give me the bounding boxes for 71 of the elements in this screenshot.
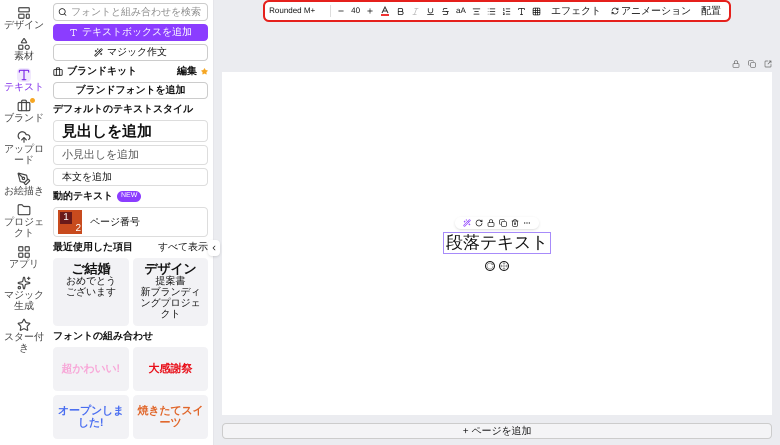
- briefcase-icon: [53, 66, 63, 76]
- position-button[interactable]: 配置: [696, 4, 725, 18]
- rail-item[interactable]: マジック生成: [1, 274, 47, 314]
- text-size-icon[interactable]: [516, 6, 526, 16]
- section-title: 動的テキスト: [53, 190, 113, 204]
- copy-icon[interactable]: [499, 218, 507, 226]
- star-icon: [17, 318, 31, 332]
- collapse-panel-button[interactable]: [208, 240, 220, 256]
- strikethrough-icon[interactable]: [441, 6, 450, 16]
- wand-icon[interactable]: [463, 218, 471, 226]
- font-dropdown[interactable]: Rounded M+: [269, 5, 332, 17]
- template-card[interactable]: デザイン 提案書 新ブランディングプロジェクト: [132, 258, 208, 326]
- magic-write-button[interactable]: マジック作文: [53, 44, 208, 61]
- align-center-icon[interactable]: [472, 6, 481, 16]
- pen-icon: [17, 172, 31, 186]
- move-handle-icon[interactable]: [499, 260, 509, 270]
- grid-icon: [17, 245, 31, 259]
- wand-icon: [94, 48, 103, 57]
- page-number-item[interactable]: 1 2 ページ番号: [53, 207, 208, 237]
- section-title: ブランドキット: [67, 64, 138, 79]
- briefcase-icon: [17, 99, 31, 113]
- chevron-left-icon: [210, 244, 218, 252]
- page-number-thumbnail: 1 2: [58, 210, 82, 234]
- section-title: 最近使用した項目: [53, 240, 133, 255]
- text-color-icon[interactable]: [380, 6, 390, 16]
- text-icon: [17, 68, 31, 82]
- effects-button[interactable]: エフェクト: [546, 4, 605, 18]
- lock-icon[interactable]: [487, 218, 495, 226]
- font-size-field[interactable]: 40: [351, 5, 360, 17]
- rotate-icon[interactable]: [475, 218, 483, 226]
- letter-case-button[interactable]: aA: [456, 5, 466, 17]
- text-icon: [69, 28, 78, 37]
- heading-style-item[interactable]: 見出しを追加: [53, 120, 208, 142]
- rail-item[interactable]: ブランド: [1, 97, 47, 126]
- body-style-item[interactable]: 本文を追加: [53, 168, 208, 186]
- rail-item[interactable]: アプリ: [1, 243, 47, 272]
- subheading-style-item[interactable]: 小見出しを追加: [53, 145, 208, 165]
- section-title: フォントの組み合わせ: [53, 330, 154, 344]
- rail-item[interactable]: アップロード: [1, 128, 47, 168]
- sparkles-icon: [17, 276, 31, 290]
- add-brand-font-button[interactable]: ブランドフォントを追加: [53, 82, 208, 99]
- template-card[interactable]: ご結婚 おめでとう ございます: [53, 258, 128, 326]
- folder-icon: [17, 203, 31, 217]
- paragraph-text[interactable]: 段落テキスト: [444, 232, 550, 252]
- shapes-icon: [17, 37, 31, 51]
- add-page-button[interactable]: + ページを追加: [222, 423, 772, 439]
- rail-item[interactable]: スター付き: [1, 316, 47, 356]
- font-combo-card[interactable]: オープンしました!: [53, 395, 128, 439]
- edit-link[interactable]: 編集: [177, 64, 197, 79]
- search-icon: [58, 7, 68, 17]
- rotate-handle-icon[interactable]: [485, 260, 495, 270]
- see-all-link[interactable]: すべて表示: [158, 240, 208, 255]
- layout-icon: [17, 6, 31, 20]
- section-title: デフォルトのテキストスタイル: [53, 103, 194, 117]
- rail-item[interactable]: 素材: [1, 35, 47, 64]
- rail-item[interactable]: テキスト: [1, 66, 47, 95]
- rail-item[interactable]: デザイン: [1, 4, 47, 33]
- animate-button[interactable]: アニメーション: [610, 4, 691, 18]
- rail-item[interactable]: お絵描き: [1, 170, 47, 199]
- bold-icon[interactable]: [396, 6, 406, 16]
- increase-size-button[interactable]: [366, 7, 374, 15]
- delete-icon[interactable]: [511, 218, 519, 226]
- font-combo-card[interactable]: 大感謝祭: [132, 347, 208, 391]
- search-field[interactable]: フォントと組み合わせを検索: [53, 3, 208, 21]
- plus-icon: [366, 7, 374, 15]
- rail-item[interactable]: プロジェクト: [1, 201, 47, 241]
- underline-icon[interactable]: [426, 6, 436, 16]
- star-icon: [201, 68, 208, 75]
- list-icon[interactable]: [486, 6, 496, 16]
- add-textbox-button[interactable]: テキストボックスを追加: [53, 24, 208, 41]
- cloud-upload-icon: [17, 130, 31, 144]
